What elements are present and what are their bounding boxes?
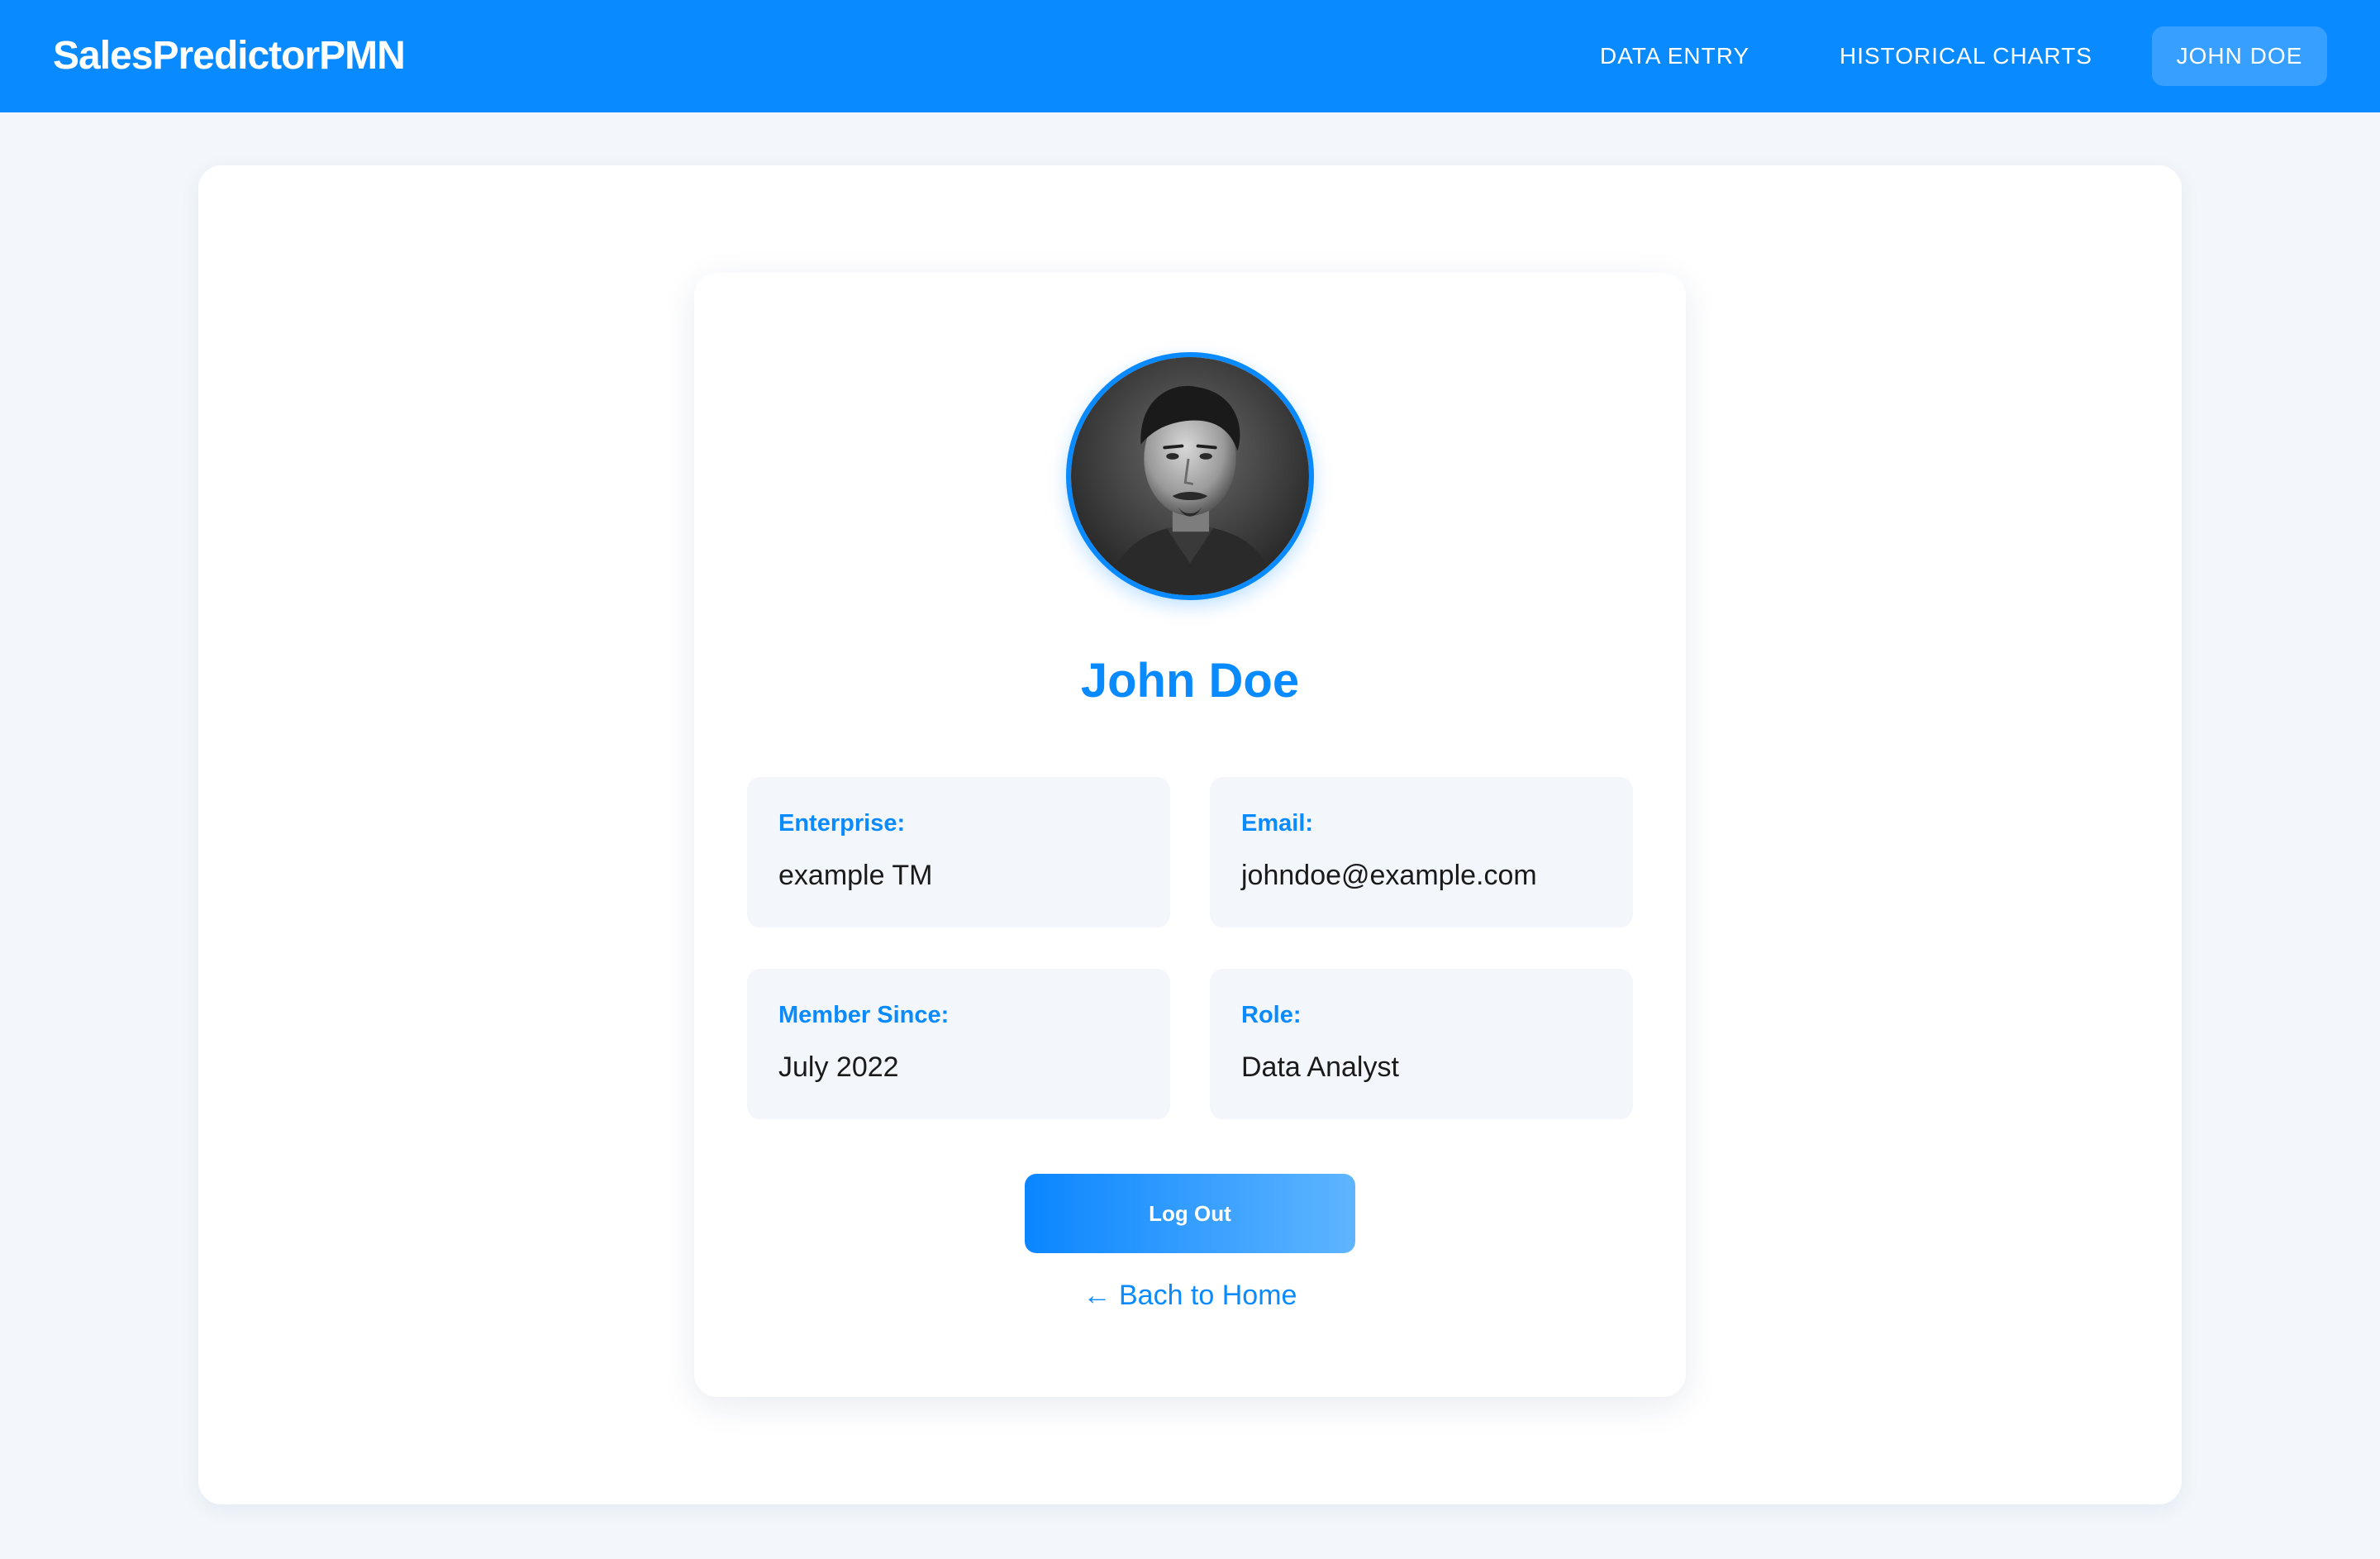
avatar (1066, 352, 1314, 600)
info-card-role: Role: Data Analyst (1210, 969, 1633, 1119)
email-label: Email: (1241, 810, 1314, 837)
member-since-label: Member Since: (778, 1002, 950, 1028)
email-value: johndoe@example.com (1241, 860, 1537, 891)
back-to-home-link[interactable]: ← Bach to Home (694, 1280, 1686, 1312)
nav-historical-charts[interactable]: HISTORICAL CHARTS (1840, 0, 2092, 112)
enterprise-label: Enterprise: (778, 810, 906, 837)
info-card-email: Email: johndoe@example.com (1210, 777, 1633, 927)
logout-button[interactable]: Log Out (1025, 1174, 1355, 1253)
nav-data-entry[interactable]: DATA ENTRY (1600, 0, 1749, 112)
enterprise-value: example TM (778, 860, 933, 891)
profile-photo-icon (1071, 357, 1309, 595)
role-label: Role: (1241, 1002, 1302, 1028)
top-navbar: SalesPredictorPMN DATA ENTRY HISTORICAL … (0, 0, 2380, 112)
info-card-member-since: Member Since: July 2022 (747, 969, 1170, 1119)
profile-name: John Doe (1080, 654, 1300, 708)
member-since-value: July 2022 (778, 1051, 899, 1083)
brand-logo[interactable]: SalesPredictorPMN (53, 0, 406, 112)
info-card-enterprise: Enterprise: example TM (747, 777, 1170, 927)
nav-user-profile[interactable]: JOHN DOE (2152, 26, 2327, 86)
role-value: Data Analyst (1241, 1051, 1399, 1083)
